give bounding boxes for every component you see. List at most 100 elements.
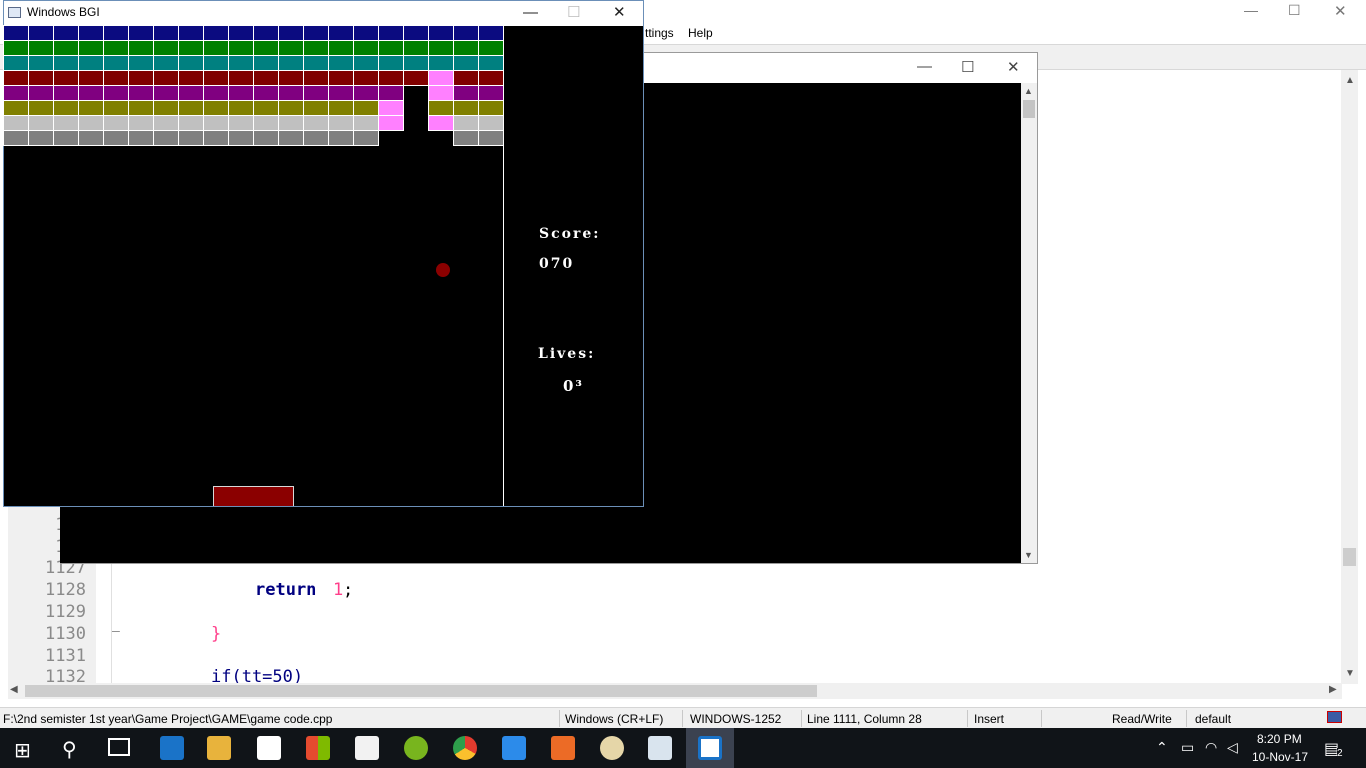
brick (103, 100, 129, 116)
console-scroll-thumb[interactable] (1023, 100, 1035, 118)
scroll-down-icon[interactable]: ▼ (1345, 668, 1355, 679)
utorrent-icon[interactable] (404, 736, 428, 760)
brick (78, 55, 104, 71)
wifi-icon[interactable]: ◠ (1205, 739, 1217, 756)
codeblocks-icon[interactable] (648, 736, 672, 760)
brick (453, 115, 479, 131)
score-label: Score: (539, 226, 601, 242)
console-close-button[interactable]: ✕ (1007, 58, 1020, 76)
brick (228, 85, 254, 101)
brick (253, 70, 279, 86)
brick (428, 40, 454, 56)
chrome-icon[interactable] (453, 736, 477, 760)
editor-close-button[interactable]: ✕ (1334, 2, 1347, 20)
brick (53, 130, 79, 146)
brick (53, 100, 79, 116)
brick (128, 130, 154, 146)
console-maximize-button[interactable]: ☐ (961, 58, 974, 76)
wps-presentation-icon[interactable] (551, 736, 575, 760)
mail-icon[interactable] (257, 736, 281, 760)
editor-minimize-button[interactable]: — (1244, 2, 1258, 18)
brick (203, 25, 229, 41)
menu-help[interactable]: Help (688, 26, 713, 40)
brick (53, 40, 79, 56)
windows-start-icon[interactable]: ⊞ (14, 738, 31, 763)
status-eol: Windows (CR+LF) (565, 712, 664, 726)
highlighted-brick (428, 70, 454, 86)
menu-settings[interactable]: ttings (645, 26, 674, 40)
editor-restore-button[interactable]: ☐ (1288, 2, 1301, 19)
brick (253, 85, 279, 101)
brick (278, 85, 304, 101)
task-view-icon[interactable] (108, 738, 130, 756)
brick (478, 55, 504, 71)
line-number: 1130 (45, 624, 86, 644)
brick (103, 70, 129, 86)
brick (28, 40, 54, 56)
brick (128, 55, 154, 71)
battery-icon[interactable]: ▭ (1181, 739, 1194, 756)
brick (178, 115, 204, 131)
brick (103, 85, 129, 101)
bgi-maximize-button[interactable]: ☐ (567, 5, 580, 20)
brick (3, 130, 29, 146)
edge-icon[interactable] (160, 736, 184, 760)
console-app-icon[interactable] (698, 736, 722, 760)
console-scroll-down-icon[interactable]: ▼ (1024, 550, 1033, 560)
scroll-right-icon[interactable]: ▶ (1329, 684, 1337, 695)
scroll-up-icon[interactable]: ▲ (1345, 75, 1355, 86)
brick (203, 55, 229, 71)
brick (378, 70, 404, 86)
brick (53, 55, 79, 71)
editor-vertical-scrollbar[interactable] (1341, 70, 1358, 684)
brick (203, 100, 229, 116)
chevron-up-icon[interactable]: ⌃ (1156, 739, 1168, 756)
editor-vertical-scroll-thumb[interactable] (1343, 548, 1356, 566)
file-explorer-icon[interactable] (207, 736, 231, 760)
status-bar: F:\2nd semister 1st year\Game Project\GA… (0, 707, 1366, 728)
brick (428, 55, 454, 71)
brick (453, 25, 479, 41)
scroll-left-icon[interactable]: ◀ (10, 684, 18, 695)
brick (303, 115, 329, 131)
search-icon[interactable]: ⚲ (62, 737, 77, 762)
brick (28, 100, 54, 116)
brick (453, 70, 479, 86)
brick (278, 100, 304, 116)
fold-marker[interactable]: — (112, 624, 120, 639)
console-minimize-button[interactable]: — (917, 58, 932, 75)
brick (3, 70, 29, 86)
clock-date[interactable]: 10-Nov-17 (1252, 750, 1308, 764)
brick (103, 130, 129, 146)
brick (478, 85, 504, 101)
volume-icon[interactable]: ◁ (1227, 739, 1238, 756)
brick (28, 70, 54, 86)
lives-label: Lives: (538, 346, 596, 362)
editor-horizontal-scroll-thumb[interactable] (25, 685, 817, 697)
brick (278, 55, 304, 71)
highlighted-brick (378, 100, 404, 116)
brick (403, 70, 429, 86)
brick (153, 25, 179, 41)
brick (28, 115, 54, 131)
console-scroll-up-icon[interactable]: ▲ (1024, 86, 1033, 96)
brick (253, 40, 279, 56)
highlighted-brick (428, 115, 454, 131)
brick (228, 55, 254, 71)
clock-time[interactable]: 8:20 PM (1257, 732, 1302, 746)
paint-icon[interactable] (600, 736, 624, 760)
winrar-icon[interactable] (306, 736, 330, 760)
flag-icon (1327, 711, 1342, 723)
brick (178, 85, 204, 101)
bgi-minimize-button[interactable]: — (523, 5, 538, 20)
store-icon[interactable] (355, 736, 379, 760)
brick (203, 40, 229, 56)
console-scrollbar[interactable] (1021, 83, 1037, 563)
bgi-close-button[interactable]: ✕ (613, 5, 626, 20)
brick (103, 25, 129, 41)
brick (28, 130, 54, 146)
brick (78, 115, 104, 131)
paddle[interactable] (213, 486, 294, 506)
brick (3, 115, 29, 131)
wps-writer-icon[interactable] (502, 736, 526, 760)
